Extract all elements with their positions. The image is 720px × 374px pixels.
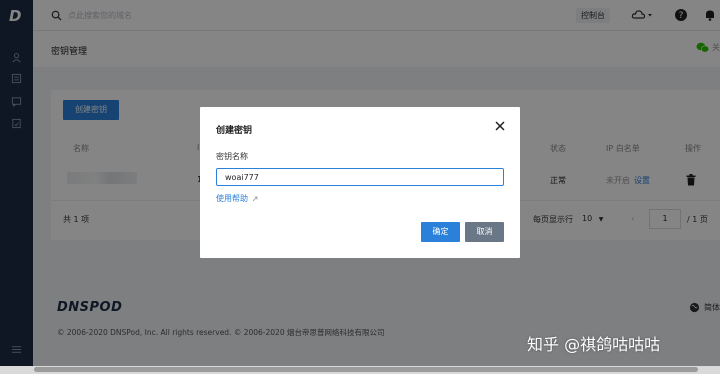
key-name-input[interactable] [216, 168, 504, 186]
confirm-button[interactable]: 确定 [421, 222, 460, 242]
help-link[interactable]: 使用帮助 [216, 193, 258, 204]
dialog-title: 创建密钥 [216, 126, 253, 136]
key-name-label: 密钥名称 [216, 152, 248, 161]
cancel-button[interactable]: 取消 [465, 222, 504, 242]
external-link-icon [252, 196, 258, 201]
help-link-label: 使用帮助 [216, 194, 248, 203]
zhihu-watermark: 知乎 @祺鸽咕咕咕 [527, 335, 661, 354]
close-icon[interactable] [494, 120, 506, 132]
create-key-dialog: 创建密钥 密钥名称 使用帮助 确定 取消 [200, 107, 520, 258]
scrollbar-thumb[interactable] [34, 367, 698, 372]
